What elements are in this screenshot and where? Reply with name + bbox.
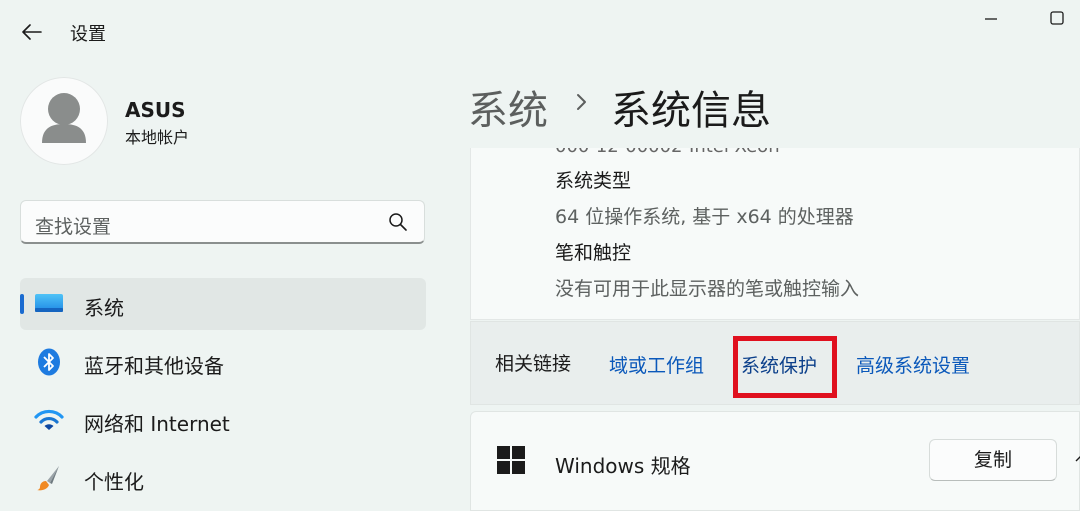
sidebar-item-system[interactable]: 系统 (20, 278, 426, 330)
chevron-right-icon (577, 94, 586, 110)
windows-spec-title: Windows 规格 (555, 454, 691, 478)
sidebar-item-label: 网络和 Internet (84, 412, 230, 436)
sidebar-item-bluetooth[interactable]: 蓝牙和其他设备 (20, 336, 426, 388)
minimize-button[interactable] (976, 8, 1006, 28)
highlight-annotation-box (733, 336, 837, 398)
device-specs-card: 000-12-00002-Intel Xeon 系统类型 64 位操作系统, 基… (470, 148, 1080, 320)
sidebar-item-label: 系统 (84, 296, 124, 320)
pen-touch-value: 没有可用于此显示器的笔或触控输入 (555, 278, 860, 300)
sidebar-item-personalization[interactable]: 个性化 (20, 452, 426, 504)
sidebar-item-label: 蓝牙和其他设备 (84, 354, 224, 378)
breadcrumb-parent[interactable]: 系统 (468, 78, 548, 136)
maximize-button[interactable] (1042, 8, 1072, 28)
paintbrush-icon (34, 464, 64, 492)
back-arrow-icon (22, 24, 42, 40)
maximize-icon (1050, 11, 1064, 25)
link-domain-workgroup[interactable]: 域或工作组 (609, 351, 704, 378)
pen-touch-label: 笔和触控 (555, 242, 632, 264)
user-avatar-icon (42, 93, 86, 143)
link-advanced-system-settings[interactable]: 高级系统设置 (856, 351, 970, 378)
app-title: 设置 (70, 24, 106, 45)
sidebar-item-label: 个性化 (84, 470, 144, 494)
copy-button[interactable]: 复制 (929, 439, 1057, 481)
minimize-icon (985, 18, 997, 20)
search-placeholder: 查找设置 (35, 216, 112, 238)
system-type-value: 64 位操作系统, 基于 x64 的处理器 (555, 206, 854, 228)
system-display-icon (34, 290, 64, 318)
search-input[interactable]: 查找设置 (20, 200, 425, 244)
related-links-title: 相关链接 (495, 353, 572, 375)
user-name: ASUS (125, 98, 186, 122)
bluetooth-icon (34, 348, 64, 376)
page-title: 系统信息 (611, 88, 771, 134)
search-icon[interactable] (388, 212, 408, 232)
chevron-up-icon[interactable] (1075, 452, 1080, 466)
back-button[interactable] (14, 14, 50, 50)
related-links: 相关链接 域或工作组 系统保护 高级系统设置 (470, 321, 1080, 405)
windows-spec-card[interactable]: Windows 规格 复制 (470, 411, 1080, 511)
windows-logo-icon (497, 446, 525, 474)
wifi-icon (34, 406, 64, 434)
sidebar-item-network[interactable]: 网络和 Internet (20, 394, 426, 446)
avatar[interactable] (20, 77, 108, 165)
active-indicator (20, 294, 24, 314)
clipped-value: 000-12-00002-Intel Xeon (555, 148, 780, 157)
account-type: 本地帐户 (125, 128, 190, 147)
system-type-label: 系统类型 (555, 170, 632, 192)
